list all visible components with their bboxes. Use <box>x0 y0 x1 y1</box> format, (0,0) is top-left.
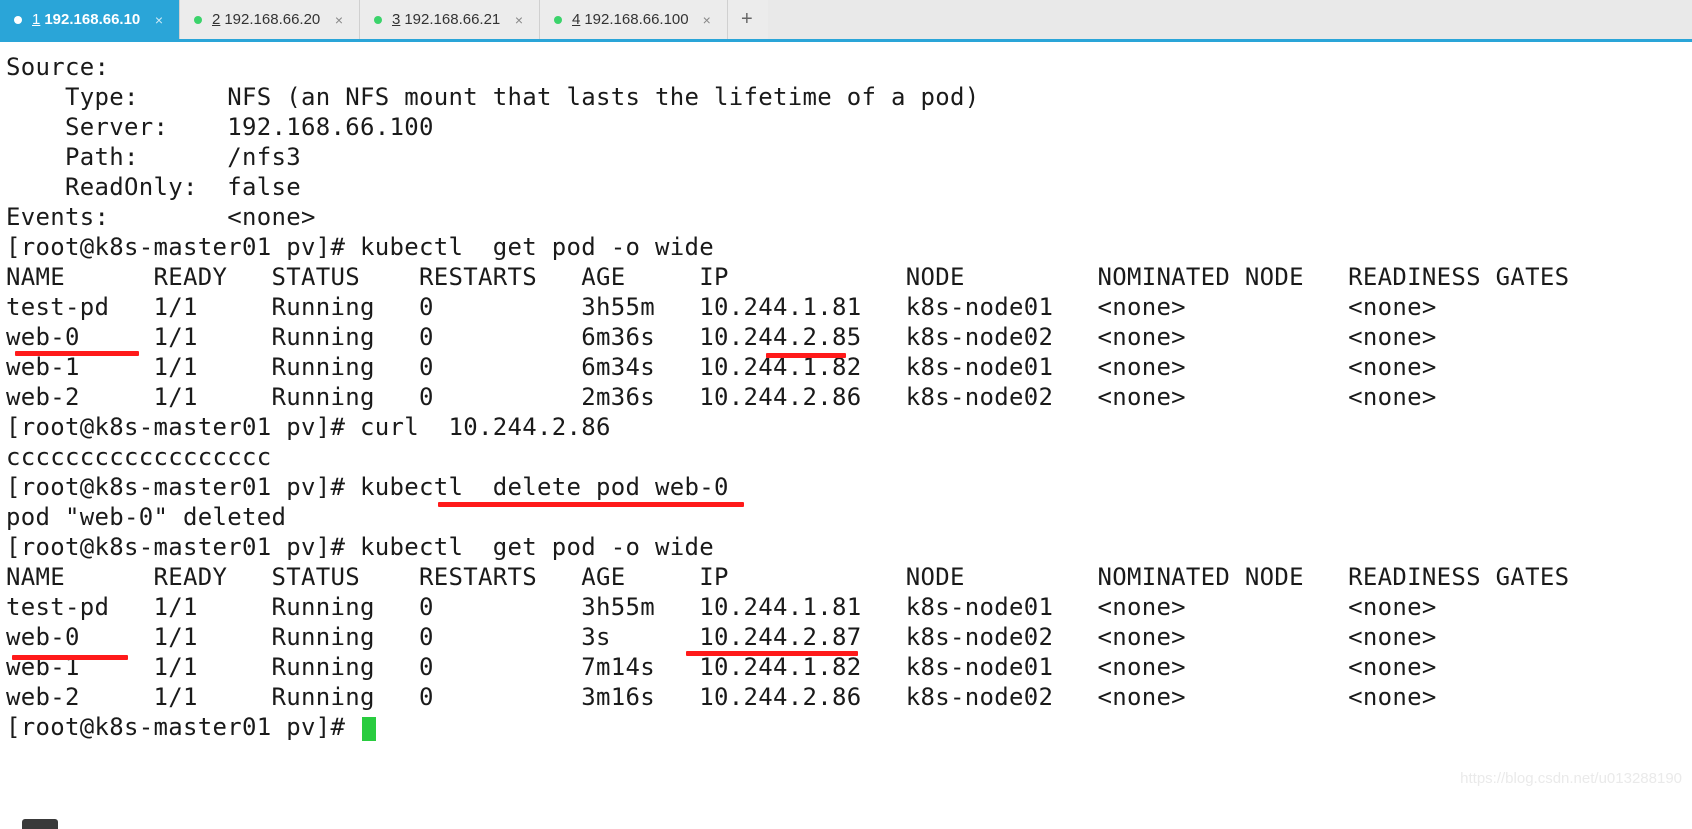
highlight-underline <box>766 353 846 358</box>
highlight-underline <box>12 655 128 660</box>
tab-number: 1 <box>32 11 40 28</box>
tab-label: 192.168.66.21 <box>404 11 500 28</box>
plus-icon: + <box>741 8 753 31</box>
close-icon[interactable]: × <box>141 12 163 28</box>
tab-number: 2 <box>212 11 220 28</box>
terminal-output[interactable]: Source: Type: NFS (an NFS mount that las… <box>0 42 1692 742</box>
new-tab-button[interactable]: + <box>728 0 768 39</box>
tab-label: 192.168.66.10 <box>44 11 140 28</box>
status-dot-icon <box>14 16 22 24</box>
tab-1[interactable]: 1 192.168.66.10 × <box>0 0 180 39</box>
status-dot-icon <box>194 16 202 24</box>
status-dot-icon <box>374 16 382 24</box>
highlight-underline <box>438 502 744 507</box>
close-icon[interactable]: × <box>689 12 711 28</box>
close-icon[interactable]: × <box>321 12 343 28</box>
tab-bar: 1 192.168.66.10 × 2 192.168.66.20 × 3 19… <box>0 0 1692 42</box>
tab-label: 192.168.66.20 <box>224 11 320 28</box>
watermark: https://blog.csdn.net/u013288190 <box>1460 770 1682 787</box>
highlight-underline <box>15 351 139 356</box>
terminal-cursor <box>362 717 376 741</box>
tab-4[interactable]: 4 192.168.66.100 × <box>540 0 728 39</box>
highlight-underline <box>686 651 858 656</box>
taskbar-stub <box>22 819 58 829</box>
close-icon[interactable]: × <box>501 12 523 28</box>
tab-2[interactable]: 2 192.168.66.20 × <box>180 0 360 39</box>
status-dot-icon <box>554 16 562 24</box>
tab-3[interactable]: 3 192.168.66.21 × <box>360 0 540 39</box>
tab-number: 4 <box>572 11 580 28</box>
tab-number: 3 <box>392 11 400 28</box>
tab-label: 192.168.66.100 <box>584 11 688 28</box>
